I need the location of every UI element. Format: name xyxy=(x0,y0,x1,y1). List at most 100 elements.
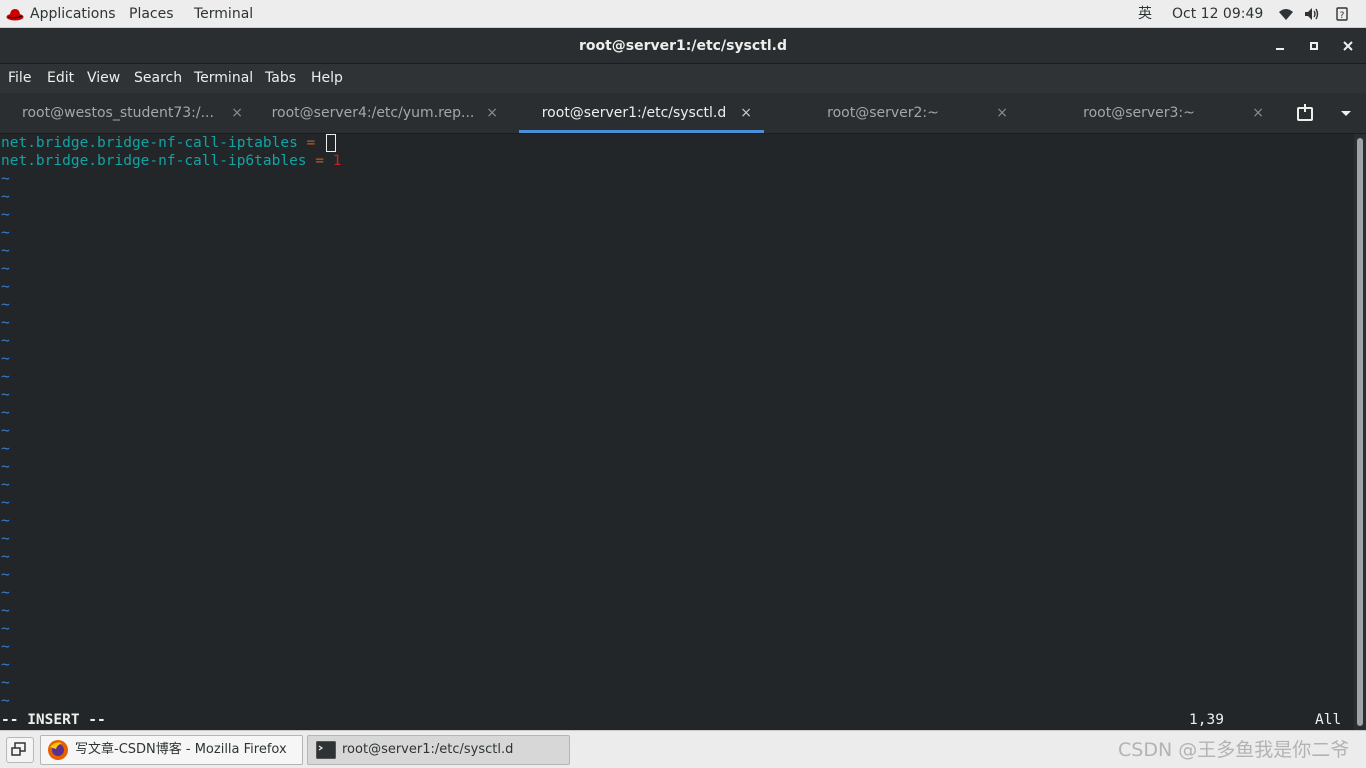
applications-label: Applications xyxy=(30,6,116,22)
taskbar-terminal[interactable]: root@server1:/etc/sysctl.d xyxy=(307,735,570,765)
assignment-operator: = xyxy=(306,153,333,169)
applications-menu[interactable]: Applications xyxy=(6,0,116,28)
volume-icon xyxy=(1305,8,1319,20)
active-tab-indicator xyxy=(519,130,764,133)
places-menu[interactable]: Places xyxy=(129,0,174,28)
menu-help[interactable]: Help xyxy=(311,64,343,93)
tab-label: root@server3:~ xyxy=(1083,105,1195,121)
empty-line-tilde: ~ xyxy=(1,369,10,385)
top-bar: Applications Places Terminal 英 Oct 12 09… xyxy=(0,0,1366,28)
empty-line-tilde: ~ xyxy=(1,693,10,709)
empty-line-tilde: ~ xyxy=(1,243,10,259)
wifi-icon xyxy=(1279,9,1293,20)
sysctl-value: 1 xyxy=(332,153,342,169)
empty-line-tilde: ~ xyxy=(1,477,10,493)
empty-line-tilde: ~ xyxy=(1,207,10,223)
minimize-icon xyxy=(1276,48,1284,50)
tab-label: root@westos_student73:/... xyxy=(22,105,214,121)
empty-line-tilde: ~ xyxy=(1,315,10,331)
empty-line-tilde: ~ xyxy=(1,387,10,403)
tab-server2[interactable]: root@server2:~ × xyxy=(765,93,1020,133)
terminal-view[interactable]: net.bridge.bridge-nf-call-iptables = net… xyxy=(0,134,1354,730)
menu-search[interactable]: Search xyxy=(134,64,182,93)
show-desktop-icon xyxy=(11,742,26,756)
empty-line-tilde: ~ xyxy=(1,225,10,241)
empty-line-tilde: ~ xyxy=(1,621,10,637)
empty-line-tilde: ~ xyxy=(1,405,10,421)
redhat-icon xyxy=(6,9,24,21)
taskbar-terminal-label: root@server1:/etc/sysctl.d xyxy=(342,742,514,757)
editor-line: net.bridge.bridge-nf-call-iptables = xyxy=(1,134,337,152)
cursor-position: 1,39 xyxy=(1189,712,1224,728)
tab-westos-student73[interactable]: root@westos_student73:/... × xyxy=(0,93,255,133)
empty-line-tilde: ~ xyxy=(1,333,10,349)
clock[interactable]: Oct 12 09:49 xyxy=(1172,0,1263,28)
empty-line-tilde: ~ xyxy=(1,531,10,547)
empty-line-tilde: ~ xyxy=(1,189,10,205)
tab-close-icon[interactable]: × xyxy=(740,93,752,133)
tab-close-icon[interactable]: × xyxy=(231,93,243,133)
empty-line-tilde: ~ xyxy=(1,171,10,187)
empty-line-tilde: ~ xyxy=(1,657,10,673)
maximize-icon xyxy=(1310,42,1318,50)
sysctl-key: net.bridge.bridge-nf-call-iptables xyxy=(1,135,298,151)
scroll-indicator: All xyxy=(1315,712,1342,728)
tab-close-icon[interactable]: × xyxy=(486,93,498,133)
scrollbar-thumb[interactable] xyxy=(1357,138,1363,726)
vim-mode-indicator: -- INSERT -- xyxy=(1,712,106,728)
empty-line-tilde: ~ xyxy=(1,603,10,619)
terminal-icon xyxy=(316,741,336,759)
power-icon: ? xyxy=(1336,7,1348,21)
menu-tabs[interactable]: Tabs xyxy=(265,64,296,93)
empty-line-tilde: ~ xyxy=(1,441,10,457)
empty-line-tilde: ~ xyxy=(1,423,10,439)
menubar: File Edit View Search Terminal Tabs Help xyxy=(0,64,1366,93)
empty-line-tilde: ~ xyxy=(1,495,10,511)
tab-server1[interactable]: root@server1:/etc/sysctl.d × xyxy=(519,93,764,133)
taskbar-firefox-label: 写文章-CSDN博客 - Mozilla Firefox xyxy=(75,742,287,757)
show-desktop-button[interactable] xyxy=(6,737,34,763)
svg-text:?: ? xyxy=(1340,11,1345,21)
empty-line-tilde: ~ xyxy=(1,513,10,529)
empty-line-tilde: ~ xyxy=(1,279,10,295)
empty-line-tilde: ~ xyxy=(1,567,10,583)
tab-server4[interactable]: root@server4:/etc/yum.rep... × xyxy=(255,93,510,133)
empty-line-tilde: ~ xyxy=(1,459,10,475)
text-cursor xyxy=(326,134,337,152)
terminal-app-menu[interactable]: Terminal xyxy=(194,0,253,28)
empty-line-tilde: ~ xyxy=(1,675,10,691)
tab-label: root@server4:/etc/yum.rep... xyxy=(271,105,475,121)
firefox-icon xyxy=(48,740,68,760)
editor-line: net.bridge.bridge-nf-call-ip6tables = 1 xyxy=(1,152,341,170)
tab-server3[interactable]: root@server3:~ × xyxy=(1021,93,1276,133)
taskbar-firefox[interactable]: 写文章-CSDN博客 - Mozilla Firefox xyxy=(40,735,303,765)
close-icon xyxy=(1343,41,1353,51)
csdn-watermark: CSDN @王多鱼我是你二爷 xyxy=(1118,739,1350,761)
empty-line-tilde: ~ xyxy=(1,351,10,367)
empty-line-tilde: ~ xyxy=(1,585,10,601)
scrollbar[interactable] xyxy=(1354,134,1366,730)
tab-label: root@server2:~ xyxy=(827,105,939,121)
menu-file[interactable]: File xyxy=(8,64,31,93)
input-method-indicator[interactable]: 英 xyxy=(1138,0,1152,28)
close-button[interactable] xyxy=(1339,37,1357,55)
empty-line-tilde: ~ xyxy=(1,549,10,565)
window-titlebar[interactable]: root@server1:/etc/sysctl.d xyxy=(0,28,1366,64)
maximize-button[interactable] xyxy=(1305,37,1323,55)
menu-terminal[interactable]: Terminal xyxy=(194,64,253,93)
menu-edit[interactable]: Edit xyxy=(47,64,74,93)
tab-close-icon[interactable]: × xyxy=(1252,93,1264,133)
menu-view[interactable]: View xyxy=(87,64,120,93)
empty-line-tilde: ~ xyxy=(1,261,10,277)
empty-line-tilde: ~ xyxy=(1,297,10,313)
tab-label: root@server1:/etc/sysctl.d xyxy=(541,105,727,121)
tab-bar: root@westos_student73:/... × root@server… xyxy=(0,93,1366,134)
minimize-button[interactable] xyxy=(1271,37,1289,55)
sysctl-key: net.bridge.bridge-nf-call-ip6tables xyxy=(1,153,307,169)
new-tab-icon[interactable] xyxy=(1296,103,1316,123)
empty-line-tilde: ~ xyxy=(1,639,10,655)
taskbar: 写文章-CSDN博客 - Mozilla Firefox root@server… xyxy=(0,730,1366,768)
window-title: root@server1:/etc/sysctl.d xyxy=(578,38,788,54)
tab-close-icon[interactable]: × xyxy=(996,93,1008,133)
chevron-down-icon[interactable] xyxy=(1337,103,1355,123)
